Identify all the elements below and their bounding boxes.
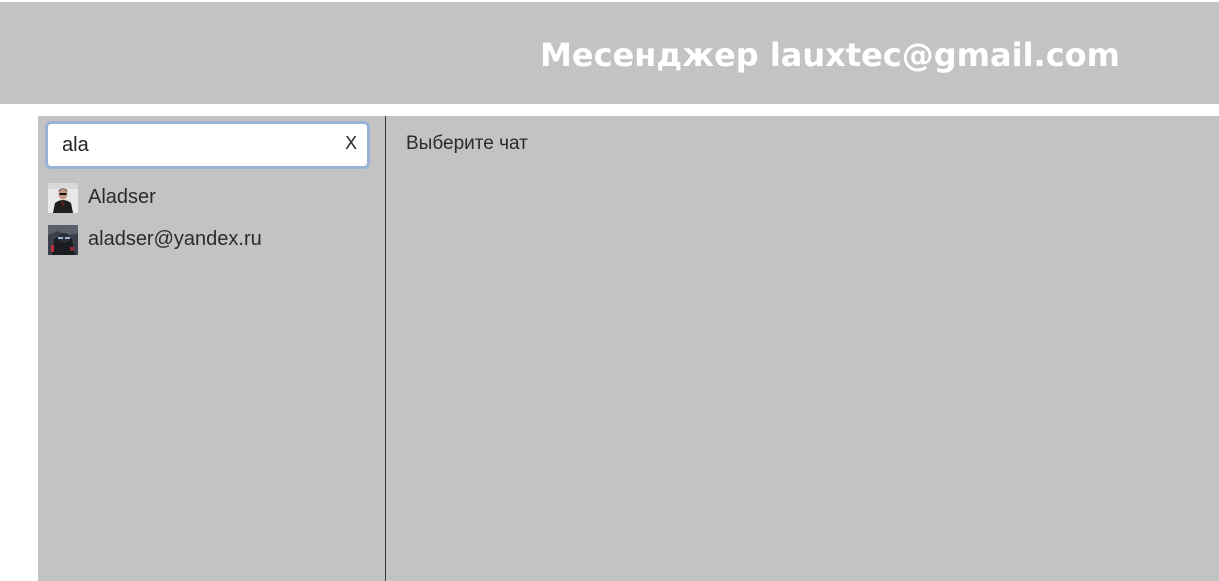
header-title: Месенджер lauxtec@gmail.com bbox=[540, 36, 1120, 74]
search-box: X bbox=[45, 121, 370, 169]
search-result-label: aladser@yandex.ru bbox=[88, 228, 262, 250]
search-result-item[interactable]: Aladser bbox=[48, 183, 378, 213]
man-portrait-avatar-icon bbox=[48, 183, 78, 213]
chat-area: Выберите чат bbox=[386, 116, 1219, 581]
search-result-item[interactable]: aladser@yandex.ru bbox=[48, 225, 378, 255]
select-chat-message: Выберите чат bbox=[406, 133, 528, 154]
search-input[interactable] bbox=[62, 131, 332, 159]
search-result-label: Aladser bbox=[88, 186, 156, 208]
dark-figure-avatar-icon bbox=[48, 225, 78, 255]
app-header: Месенджер lauxtec@gmail.com bbox=[0, 2, 1219, 104]
clear-search-button[interactable]: X bbox=[343, 131, 359, 157]
contacts-sidebar: X Aladser bbox=[38, 116, 385, 581]
